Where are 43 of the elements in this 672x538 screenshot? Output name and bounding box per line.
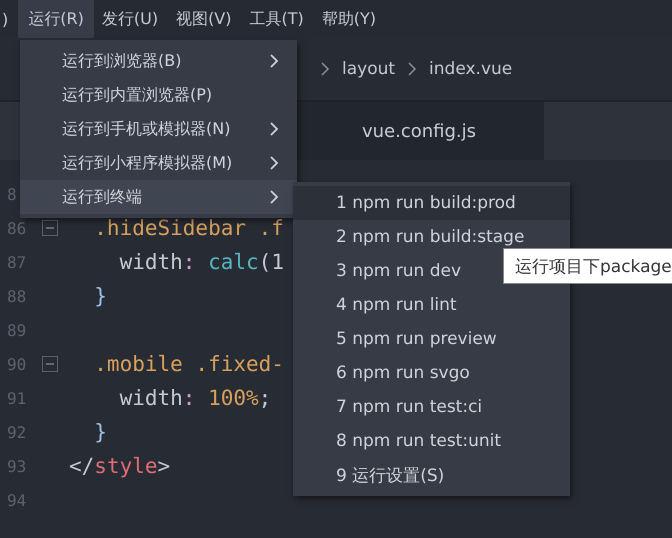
menu-bar-item[interactable]: 帮助(Y) (312, 0, 386, 38)
menu-bar-item[interactable]: 视图(V) (166, 0, 242, 38)
chevron-icon (320, 61, 330, 77)
menu-bar-item[interactable]: ) (0, 0, 12, 38)
menu-item[interactable]: 6 npm run svgo (293, 356, 570, 390)
menu-bar-item[interactable]: 运行(R) (18, 0, 94, 38)
line-number: 87 (6, 252, 28, 272)
breadcrumb-item[interactable]: layout (342, 59, 396, 79)
menu-item[interactable]: 1 npm run build:prod (293, 186, 570, 220)
code-line: } (93, 420, 107, 444)
code-line: width: 100%; (118, 386, 272, 410)
tooltip: 运行项目下package (503, 248, 672, 284)
line-number: 91 (6, 388, 28, 408)
chevron-icon (407, 61, 418, 77)
menu-item[interactable]: 8 npm run test:unit (293, 424, 570, 458)
menu-item[interactable]: 7 npm run test:ci (293, 390, 570, 424)
menu-item[interactable]: 运行到内置浏览器(P) (20, 78, 297, 112)
menu-item[interactable]: 4 npm run lint (293, 288, 570, 322)
code-line: </style> (69, 454, 170, 478)
line-number: 90 (6, 354, 28, 374)
menu-item[interactable]: 运行到浏览器(B) (20, 44, 297, 78)
menu-item[interactable]: 9 运行设置(S) (293, 458, 570, 492)
menu-item[interactable]: 5 npm run preview (293, 322, 570, 356)
code-line: } (93, 284, 107, 308)
menu-item[interactable]: 运行到小程序模拟器(M) (20, 146, 297, 180)
line-number: 92 (6, 422, 28, 442)
menu-item[interactable]: 运行到手机或模拟器(N) (20, 112, 297, 146)
menu-bar-item[interactable]: 发行(U) (92, 0, 168, 38)
code-line: width: calc(1 (118, 250, 284, 274)
line-number: 89 (6, 320, 28, 340)
menu-item[interactable]: 运行到终端 (20, 180, 297, 214)
line-number: 88 (6, 286, 28, 306)
menu-bar-item[interactable]: 工具(T) (240, 0, 314, 38)
code-line: .mobile .fixed- (93, 352, 284, 376)
line-number: 93 (6, 456, 28, 476)
breadcrumb-item[interactable]: index.vue (429, 59, 512, 79)
line-number: 86 (6, 218, 28, 238)
fold-icon[interactable] (42, 356, 58, 372)
code-line: .hideSidebar .f (93, 216, 284, 240)
line-number: 94 (6, 490, 28, 510)
line-number: 8 (6, 184, 18, 204)
editor-tab[interactable]: vue.config.js (294, 102, 544, 160)
fold-icon[interactable] (42, 220, 58, 236)
